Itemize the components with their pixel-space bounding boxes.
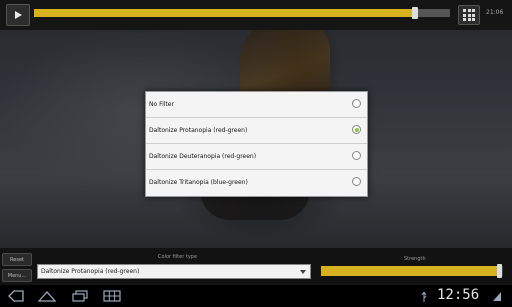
radio-button[interactable]	[352, 151, 361, 160]
play-button[interactable]	[6, 4, 30, 26]
home-icon[interactable]	[38, 290, 56, 302]
option-no-filter[interactable]: No Filter	[146, 92, 367, 118]
menu-grid-icon[interactable]	[103, 290, 121, 302]
system-bar: 12:56	[0, 285, 512, 307]
reset-button[interactable]: Reset	[2, 253, 32, 266]
radio-button[interactable]	[352, 99, 361, 108]
seek-bar[interactable]	[34, 7, 450, 19]
recent-apps-icon[interactable]	[72, 290, 88, 302]
strength-slider[interactable]	[321, 264, 503, 278]
option-label: Daltonize Tritanopia (blue-green)	[149, 179, 248, 186]
filter-type-dropdown[interactable]: Daltonize Protanopia (red-green)	[37, 264, 311, 279]
filter-type-label: Color filter type	[158, 254, 198, 260]
seek-bar-fill	[34, 9, 415, 17]
seek-bar-thumb[interactable]	[411, 7, 418, 19]
usb-icon	[421, 292, 427, 302]
grid-button[interactable]	[458, 5, 480, 25]
filter-type-value: Daltonize Protanopia (red-green)	[41, 268, 140, 275]
play-icon	[15, 11, 22, 19]
option-protanopia[interactable]: Daltonize Protanopia (red-green)	[146, 118, 367, 144]
strength-slider-fill	[321, 266, 502, 276]
option-label: Daltonize Protanopia (red-green)	[149, 127, 248, 134]
strength-slider-thumb[interactable]	[497, 264, 503, 278]
strength-label: Strength	[404, 256, 426, 262]
signal-icon	[493, 292, 501, 301]
option-label: No Filter	[149, 101, 174, 108]
playback-time: 21:06	[486, 9, 504, 16]
option-label: Daltonize Deuteranopia (red-green)	[149, 153, 257, 160]
color-filter-dialog: No Filter Daltonize Protanopia (red-gree…	[145, 91, 368, 197]
player-top-bar: 21:06	[0, 0, 512, 30]
radio-button[interactable]	[352, 177, 361, 186]
option-tritanopia[interactable]: Daltonize Tritanopia (blue-green)	[146, 170, 367, 196]
option-deuteranopia[interactable]: Daltonize Deuteranopia (red-green)	[146, 144, 367, 170]
status-clock: 12:56	[437, 287, 480, 303]
back-icon[interactable]	[8, 290, 24, 302]
chevron-down-icon	[300, 270, 306, 274]
filter-controls-bar: Reset Menu... Color filter type Daltoniz…	[0, 248, 512, 285]
menu-button[interactable]: Menu...	[2, 269, 32, 282]
radio-button-selected[interactable]	[352, 125, 361, 134]
